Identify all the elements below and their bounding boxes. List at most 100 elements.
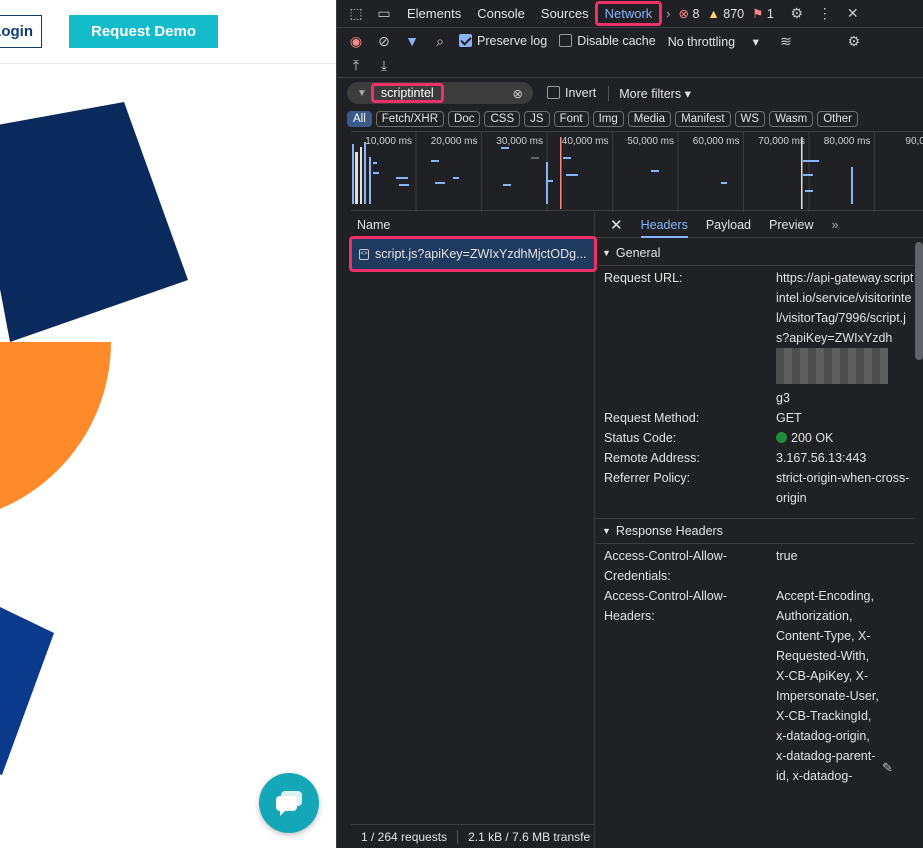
collapse-triangle-icon: ▼ bbox=[602, 247, 611, 258]
timeline-tick-label: 20,000 ms bbox=[431, 136, 478, 147]
remote-address-value: 3.167.56.13:443 bbox=[776, 451, 867, 465]
checkbox-checked-icon bbox=[459, 34, 472, 47]
type-filter-fetch-xhr[interactable]: Fetch/XHR bbox=[375, 111, 445, 127]
collapse-triangle-icon: ▼ bbox=[602, 526, 611, 536]
type-filter-doc[interactable]: Doc bbox=[448, 111, 481, 127]
acah-label: Access-Control-Allow-Headers: bbox=[604, 589, 727, 623]
type-filter-img[interactable]: Img bbox=[592, 111, 624, 127]
request-url-value[interactable]: https://api-gateway.scriptintel.io/servi… bbox=[776, 268, 914, 348]
tab-headers[interactable]: Headers bbox=[640, 218, 688, 238]
filter-input[interactable]: scriptintel bbox=[370, 83, 444, 103]
more-options-icon[interactable]: ⋮ bbox=[816, 5, 834, 23]
close-devtools-icon[interactable]: ✕ bbox=[844, 5, 862, 23]
tab-preview[interactable]: Preview bbox=[769, 218, 813, 232]
dropdown-arrow-icon: ▾ bbox=[684, 86, 691, 101]
close-details-icon[interactable]: ✕ bbox=[610, 216, 623, 234]
devtools-panel: ⬚ ▭ Elements Console Sources Network › ⊗… bbox=[336, 0, 923, 848]
more-detail-tabs-icon[interactable]: » bbox=[831, 218, 838, 232]
warning-count-badge[interactable]: ▲ 870 bbox=[707, 7, 744, 21]
edit-pencil-icon[interactable]: ✎ bbox=[882, 760, 893, 776]
type-filter-css[interactable]: CSS bbox=[484, 111, 521, 127]
more-filters-label: More filters bbox=[619, 86, 682, 101]
navy-square-shape bbox=[0, 102, 188, 342]
invert-label: Invert bbox=[565, 86, 597, 100]
tab-network[interactable]: Network bbox=[594, 1, 663, 26]
timeline-tick-label: 90,000 bbox=[905, 136, 923, 147]
issue-count: 1 bbox=[766, 7, 774, 21]
preserve-log-checkbox[interactable]: Preserve log bbox=[459, 34, 547, 48]
error-icon: ⊗ bbox=[678, 7, 689, 21]
type-filter-manifest[interactable]: Manifest bbox=[675, 111, 731, 127]
preserve-log-label: Preserve log bbox=[477, 34, 548, 48]
disable-cache-checkbox[interactable]: Disable cache bbox=[559, 34, 656, 48]
tab-console[interactable]: Console bbox=[477, 6, 525, 21]
clear-filter-icon[interactable]: ⊗ bbox=[513, 86, 523, 101]
network-settings-icon[interactable]: ⚙ bbox=[845, 32, 863, 50]
decorative-shapes bbox=[0, 102, 188, 775]
device-toolbar-icon[interactable]: ▭ bbox=[375, 5, 393, 23]
type-filter-wasm[interactable]: Wasm bbox=[769, 111, 814, 127]
more-tabs-icon[interactable]: › bbox=[666, 7, 670, 21]
referrer-policy-value: strict-origin-when-cross-origin bbox=[776, 471, 910, 505]
request-url-label: Request URL: bbox=[604, 271, 683, 285]
error-count: 8 bbox=[692, 7, 700, 21]
timeline-tick-label: 60,000 ms bbox=[693, 136, 740, 147]
record-icon[interactable]: ◉ bbox=[347, 32, 365, 50]
request-details-panel: ✕ Headers Payload Preview » ▼ General Re… bbox=[596, 212, 923, 848]
clear-icon[interactable]: ⊘ bbox=[375, 32, 393, 50]
tab-elements[interactable]: Elements bbox=[407, 6, 461, 21]
status-ok-icon bbox=[776, 432, 787, 443]
export-har-icon[interactable]: ⤓ bbox=[375, 57, 393, 75]
blue-square-shape bbox=[0, 607, 54, 775]
acac-value: true bbox=[776, 549, 798, 563]
filter-icon: ▼ bbox=[357, 87, 367, 99]
type-filter-js[interactable]: JS bbox=[524, 111, 550, 127]
general-section-header[interactable]: ▼ General bbox=[596, 240, 914, 266]
timeline-tick-label: 80,000 ms bbox=[824, 136, 871, 147]
filter-bar: ▼ scriptintel ⊗ Invert More filters ▾ bbox=[337, 80, 923, 106]
type-filter-font[interactable]: Font bbox=[553, 111, 589, 127]
referrer-policy-label: Referrer Policy: bbox=[604, 471, 691, 485]
request-method-value: GET bbox=[776, 411, 802, 425]
tab-sources[interactable]: Sources bbox=[541, 6, 589, 21]
import-har-icon[interactable]: ⤒ bbox=[347, 57, 365, 75]
filter-funnel-icon[interactable]: ▼ bbox=[403, 32, 421, 50]
remote-address-label: Remote Address: bbox=[604, 451, 700, 465]
network-conditions-icon[interactable]: ≋ bbox=[777, 32, 795, 50]
type-filter-media[interactable]: Media bbox=[627, 111, 672, 127]
checkbox-unchecked-icon bbox=[547, 86, 560, 99]
devtools-tabbar: ⬚ ▭ Elements Console Sources Network › ⊗… bbox=[337, 0, 923, 28]
settings-gear-icon[interactable]: ⚙ bbox=[788, 5, 806, 23]
search-icon[interactable]: ⌕ bbox=[431, 32, 449, 50]
error-count-badge[interactable]: ⊗ 8 bbox=[678, 6, 699, 21]
invert-checkbox[interactable]: Invert bbox=[547, 86, 596, 100]
name-column-header[interactable]: Name bbox=[351, 212, 594, 238]
disable-cache-label: Disable cache bbox=[577, 34, 656, 48]
request-row-script-js[interactable]: <> script.js?apiKey=ZWIxYzdhMjctODg... bbox=[349, 236, 597, 272]
network-toolbar: ◉ ⊘ ▼ ⌕ Preserve log Disable cache No th… bbox=[337, 28, 923, 54]
timeline-tick-label: 50,000 ms bbox=[627, 136, 674, 147]
response-headers-section-header[interactable]: ▼ Response Headers bbox=[596, 518, 914, 544]
resource-type-filters: All Fetch/XHR Doc CSS JS Font Img Media … bbox=[337, 108, 923, 130]
type-filter-all[interactable]: All bbox=[347, 111, 372, 127]
general-title: General bbox=[615, 245, 661, 260]
status-code-value: 200 OK bbox=[791, 431, 834, 445]
tab-payload[interactable]: Payload bbox=[706, 218, 751, 232]
type-filter-other[interactable]: Other bbox=[817, 111, 858, 127]
filter-input-wrapper[interactable]: ▼ scriptintel ⊗ bbox=[347, 82, 533, 104]
blurred-region bbox=[776, 348, 888, 384]
throttling-select[interactable]: No throttling ▾ bbox=[668, 34, 759, 49]
chat-icon bbox=[276, 791, 302, 816]
details-scrollbar[interactable] bbox=[915, 242, 923, 360]
chat-widget-button[interactable] bbox=[259, 773, 319, 833]
checkbox-unchecked-icon bbox=[559, 34, 573, 47]
type-filter-ws[interactable]: WS bbox=[734, 111, 766, 127]
issues-count-badge[interactable]: ⚑ 1 bbox=[752, 6, 774, 21]
more-filters-dropdown[interactable]: More filters ▾ bbox=[608, 85, 691, 101]
request-count: 1 / 264 requests bbox=[361, 829, 459, 844]
script-file-icon: <> bbox=[359, 248, 369, 260]
network-overview-timeline[interactable]: 10,000 ms 20,000 ms 30,000 ms 40,000 ms 50,0… bbox=[351, 131, 923, 212]
warning-count: 870 bbox=[723, 6, 745, 21]
inspect-element-icon[interactable]: ⬚ bbox=[347, 5, 365, 23]
request-url-tail: g3 bbox=[776, 391, 790, 405]
